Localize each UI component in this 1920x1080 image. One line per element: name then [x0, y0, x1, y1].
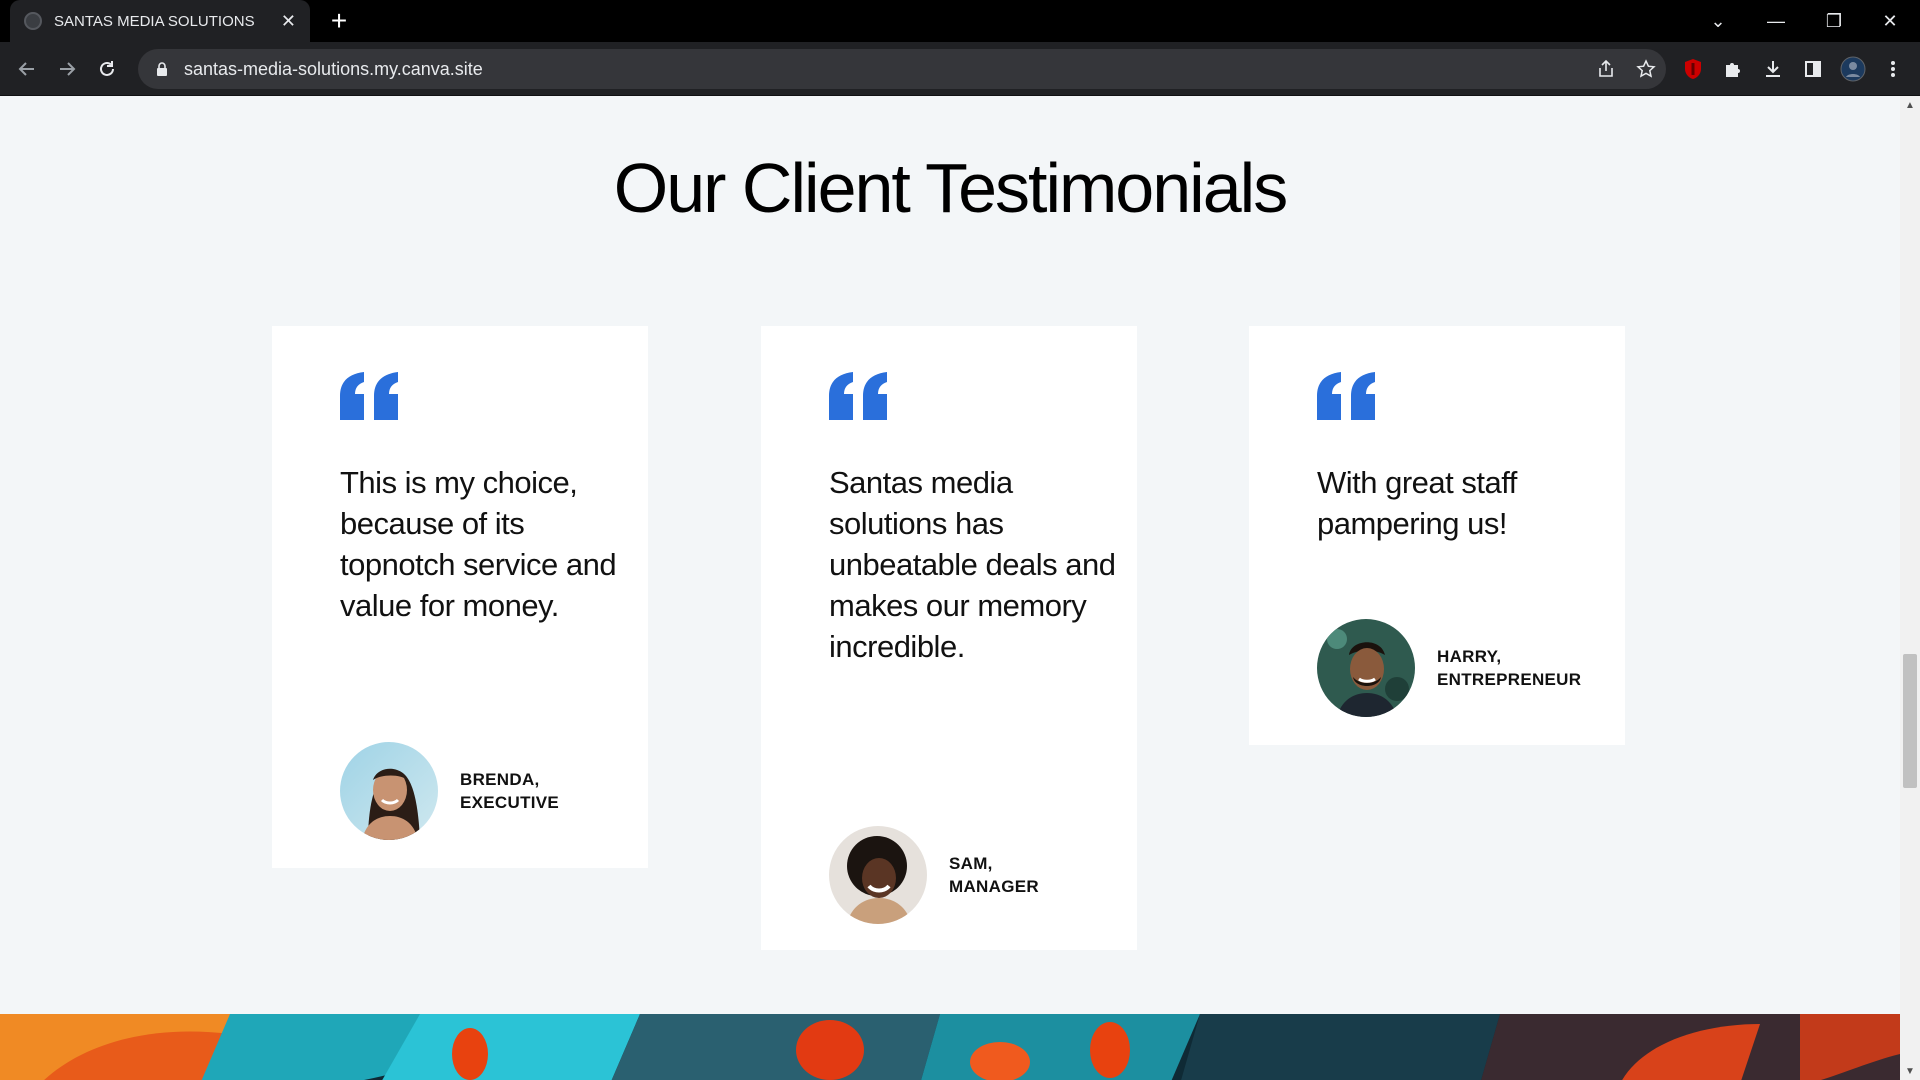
testimonial-author: BRENDA, EXECUTIVE [340, 742, 559, 840]
author-label: HARRY, ENTREPRENEUR [1437, 645, 1581, 691]
profile-avatar-icon[interactable] [1838, 54, 1868, 84]
reload-icon[interactable] [92, 54, 122, 84]
avatar [829, 826, 927, 924]
testimonial-quote: This is my choice, because of its topnot… [340, 465, 617, 623]
new-tab-button[interactable]: + [324, 6, 354, 36]
author-label: SAM, MANAGER [949, 852, 1039, 898]
side-panel-icon[interactable] [1798, 54, 1828, 84]
forward-icon[interactable] [52, 54, 82, 84]
author-name: HARRY, [1437, 647, 1502, 666]
close-window-button[interactable]: ✕ [1866, 0, 1914, 42]
extensions-puzzle-icon[interactable] [1718, 54, 1748, 84]
tab-search-icon[interactable]: ⌄ [1694, 0, 1742, 42]
author-role: EXECUTIVE [460, 793, 560, 812]
scroll-up-arrow-icon[interactable]: ▲ [1900, 96, 1920, 114]
address-bar[interactable]: santas-media-solutions.my.canva.site [138, 49, 1666, 89]
browser-tab[interactable]: SANTAS MEDIA SOLUTIONS ✕ [10, 0, 310, 42]
download-icon[interactable] [1758, 54, 1788, 84]
author-name: SAM, [949, 854, 993, 873]
page-scrollbar[interactable]: ▲ ▼ [1900, 96, 1920, 1080]
minimize-button[interactable]: — [1752, 0, 1800, 42]
browser-tab-bar: SANTAS MEDIA SOLUTIONS ✕ + ⌄ — ❐ ✕ [0, 0, 1920, 42]
avatar [340, 742, 438, 840]
tab-close-icon[interactable]: ✕ [281, 11, 296, 32]
testimonial-quote: With great staff pampering us! [1317, 465, 1517, 541]
testimonial-card: With great staff pampering us! HARRY, EN… [1249, 326, 1625, 745]
scroll-down-arrow-icon[interactable]: ▼ [1900, 1062, 1920, 1080]
quote-mark-icon [1317, 372, 1375, 420]
testimonial-author: HARRY, ENTREPRENEUR [1317, 619, 1581, 717]
back-icon[interactable] [12, 54, 42, 84]
lock-icon [157, 62, 167, 76]
tab-favicon-icon [24, 12, 42, 30]
testimonial-author: SAM, MANAGER [829, 826, 1039, 924]
restore-button[interactable]: ❐ [1810, 0, 1858, 42]
url-text: santas-media-solutions.my.canva.site [184, 58, 483, 79]
testimonial-card: Santas media solutions has unbeatable de… [761, 326, 1137, 950]
share-icon[interactable] [1586, 49, 1626, 89]
decorative-banner-image [0, 1014, 1900, 1080]
page-title: Our Client Testimonials [613, 149, 1288, 227]
bookmark-star-icon[interactable] [1626, 49, 1666, 89]
quote-mark-icon [340, 372, 398, 420]
testimonial-quote: Santas media solutions has unbeatable de… [829, 465, 1116, 664]
author-label: BRENDA, EXECUTIVE [460, 768, 559, 814]
avatar [1317, 619, 1415, 717]
author-name: BRENDA, [460, 770, 540, 789]
browser-menu-icon[interactable] [1878, 54, 1908, 84]
author-role: ENTREPRENEUR [1437, 670, 1582, 689]
tab-title: SANTAS MEDIA SOLUTIONS [54, 12, 255, 30]
page-viewport: Our Client Testimonials This is my choic… [0, 96, 1900, 1080]
author-role: MANAGER [949, 877, 1039, 896]
quote-mark-icon [829, 372, 887, 420]
scroll-thumb[interactable] [1903, 654, 1917, 788]
browser-toolbar: santas-media-solutions.my.canva.site [0, 42, 1920, 96]
extension-shield-icon[interactable] [1678, 54, 1708, 84]
testimonial-card: This is my choice, because of its topnot… [272, 326, 648, 868]
